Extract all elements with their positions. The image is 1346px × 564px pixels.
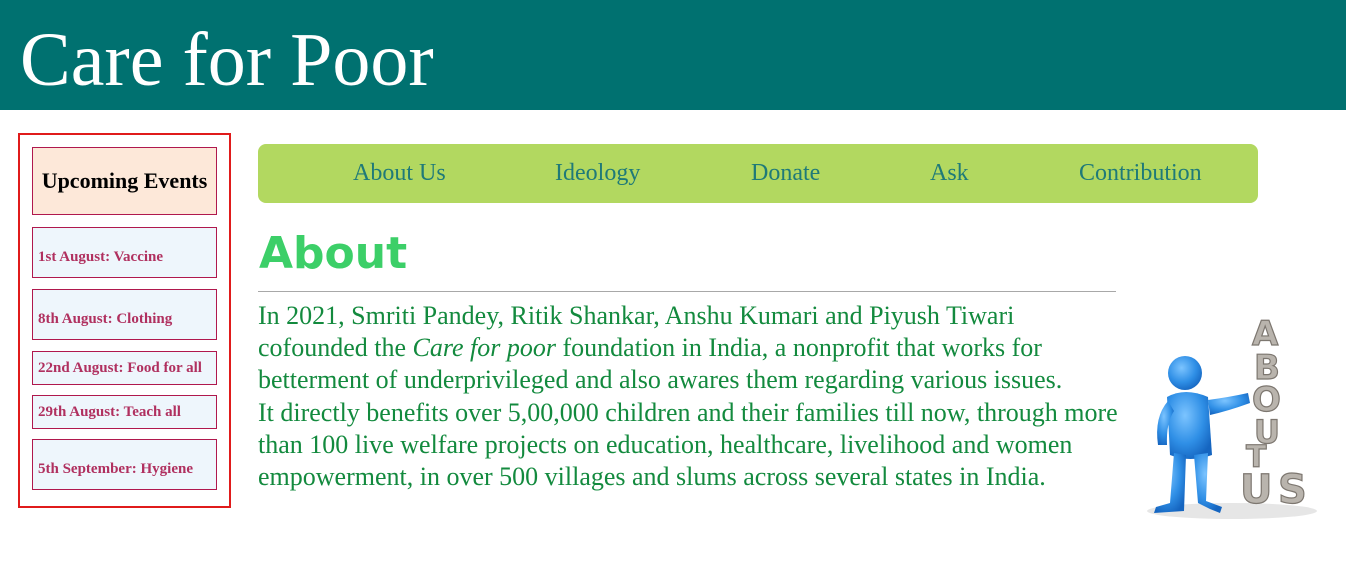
event-item: 5th September: Hygiene: [32, 439, 217, 490]
about-paragraph-2: It directly benefits over 5,00,000 child…: [258, 397, 1118, 492]
nav-ideology-link[interactable]: Ideology: [555, 144, 640, 203]
about-heading: About: [259, 228, 408, 279]
upcoming-events-heading: Upcoming Events: [32, 147, 217, 215]
site-header: Care for Poor: [0, 0, 1346, 110]
nav-ask-link[interactable]: Ask: [930, 144, 969, 203]
foundation-name-emphasis: Care for poor: [412, 333, 557, 363]
event-item: 22nd August: Food for all: [32, 351, 217, 385]
about-us-3d-figure-icon: A B O U T U S: [1140, 305, 1330, 520]
event-item: 29th August: Teach all: [32, 395, 217, 429]
upcoming-events-panel: Upcoming Events 1st August: Vaccine 8th …: [18, 133, 231, 508]
nav-donate-link[interactable]: Donate: [751, 144, 820, 203]
about-paragraph-1: In 2021, Smriti Pandey, Ritik Shankar, A…: [258, 300, 1128, 397]
event-item: 1st August: Vaccine: [32, 227, 217, 278]
event-item: 8th August: Clothing: [32, 289, 217, 340]
main-nav: About Us Ideology Donate Ask Contributio…: [258, 144, 1258, 203]
section-divider: [258, 291, 1116, 292]
nav-about-us-link[interactable]: About Us: [353, 144, 446, 203]
svg-text:S: S: [1278, 467, 1307, 513]
svg-text:U: U: [1240, 467, 1272, 513]
about-text: In 2021, Smriti Pandey, Ritik Shankar, A…: [258, 300, 1128, 493]
site-title: Care for Poor: [20, 18, 434, 102]
nav-contribution-link[interactable]: Contribution: [1079, 144, 1202, 203]
